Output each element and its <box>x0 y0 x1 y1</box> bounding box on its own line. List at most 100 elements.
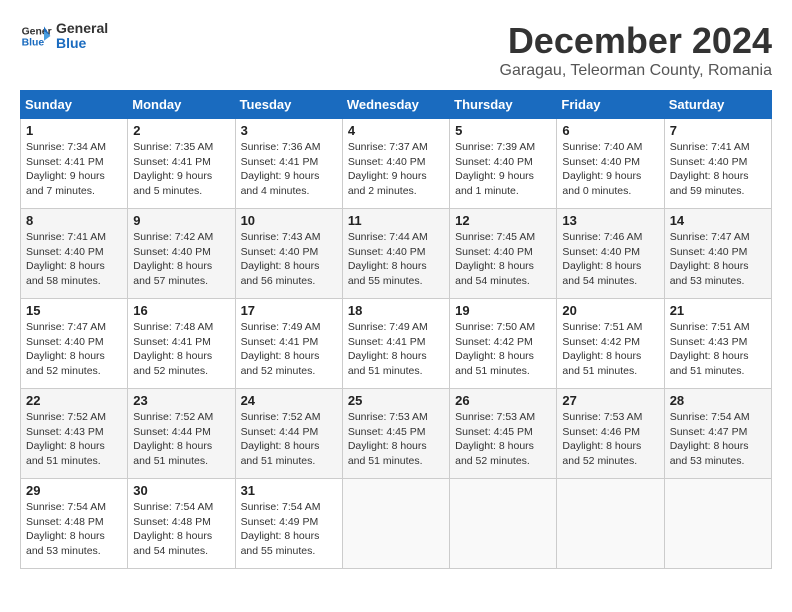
calendar-subtitle: Garagau, Teleorman County, Romania <box>500 62 772 80</box>
calendar-cell: 2 Sunrise: 7:35 AM Sunset: 4:41 PM Dayli… <box>128 119 235 209</box>
weekday-header: Friday <box>557 91 664 119</box>
weekday-header: Monday <box>128 91 235 119</box>
calendar-cell: 29 Sunrise: 7:54 AM Sunset: 4:48 PM Dayl… <box>21 479 128 569</box>
calendar-cell: 31 Sunrise: 7:54 AM Sunset: 4:49 PM Dayl… <box>235 479 342 569</box>
day-info: Sunrise: 7:37 AM Sunset: 4:40 PM Dayligh… <box>348 140 444 199</box>
day-info: Sunrise: 7:42 AM Sunset: 4:40 PM Dayligh… <box>133 230 229 289</box>
title-section: December 2024 Garagau, Teleorman County,… <box>500 20 772 80</box>
calendar-cell: 26 Sunrise: 7:53 AM Sunset: 4:45 PM Dayl… <box>450 389 557 479</box>
day-info: Sunrise: 7:49 AM Sunset: 4:41 PM Dayligh… <box>348 320 444 379</box>
calendar-cell: 7 Sunrise: 7:41 AM Sunset: 4:40 PM Dayli… <box>664 119 771 209</box>
svg-text:Blue: Blue <box>22 38 45 49</box>
day-info: Sunrise: 7:44 AM Sunset: 4:40 PM Dayligh… <box>348 230 444 289</box>
day-info: Sunrise: 7:49 AM Sunset: 4:41 PM Dayligh… <box>241 320 337 379</box>
day-number: 15 <box>26 303 122 318</box>
weekday-header: Thursday <box>450 91 557 119</box>
day-info: Sunrise: 7:51 AM Sunset: 4:42 PM Dayligh… <box>562 320 658 379</box>
calendar-cell <box>450 479 557 569</box>
day-info: Sunrise: 7:45 AM Sunset: 4:40 PM Dayligh… <box>455 230 551 289</box>
calendar-cell: 21 Sunrise: 7:51 AM Sunset: 4:43 PM Dayl… <box>664 299 771 389</box>
day-info: Sunrise: 7:54 AM Sunset: 4:48 PM Dayligh… <box>26 500 122 559</box>
calendar-cell: 16 Sunrise: 7:48 AM Sunset: 4:41 PM Dayl… <box>128 299 235 389</box>
logo-icon: General Blue <box>20 20 52 52</box>
calendar-cell: 23 Sunrise: 7:52 AM Sunset: 4:44 PM Dayl… <box>128 389 235 479</box>
day-info: Sunrise: 7:51 AM Sunset: 4:43 PM Dayligh… <box>670 320 766 379</box>
calendar-cell: 12 Sunrise: 7:45 AM Sunset: 4:40 PM Dayl… <box>450 209 557 299</box>
day-info: Sunrise: 7:54 AM Sunset: 4:49 PM Dayligh… <box>241 500 337 559</box>
calendar-cell <box>664 479 771 569</box>
day-number: 19 <box>455 303 551 318</box>
day-info: Sunrise: 7:47 AM Sunset: 4:40 PM Dayligh… <box>26 320 122 379</box>
day-info: Sunrise: 7:53 AM Sunset: 4:45 PM Dayligh… <box>348 410 444 469</box>
day-number: 22 <box>26 393 122 408</box>
day-info: Sunrise: 7:52 AM Sunset: 4:44 PM Dayligh… <box>133 410 229 469</box>
day-number: 17 <box>241 303 337 318</box>
day-number: 13 <box>562 213 658 228</box>
day-info: Sunrise: 7:34 AM Sunset: 4:41 PM Dayligh… <box>26 140 122 199</box>
day-info: Sunrise: 7:41 AM Sunset: 4:40 PM Dayligh… <box>26 230 122 289</box>
day-info: Sunrise: 7:41 AM Sunset: 4:40 PM Dayligh… <box>670 140 766 199</box>
calendar-cell: 28 Sunrise: 7:54 AM Sunset: 4:47 PM Dayl… <box>664 389 771 479</box>
day-number: 20 <box>562 303 658 318</box>
calendar-cell: 13 Sunrise: 7:46 AM Sunset: 4:40 PM Dayl… <box>557 209 664 299</box>
calendar-cell: 6 Sunrise: 7:40 AM Sunset: 4:40 PM Dayli… <box>557 119 664 209</box>
day-number: 4 <box>348 123 444 138</box>
day-number: 16 <box>133 303 229 318</box>
calendar-cell: 22 Sunrise: 7:52 AM Sunset: 4:43 PM Dayl… <box>21 389 128 479</box>
weekday-header: Wednesday <box>342 91 449 119</box>
day-number: 26 <box>455 393 551 408</box>
calendar-cell: 15 Sunrise: 7:47 AM Sunset: 4:40 PM Dayl… <box>21 299 128 389</box>
day-info: Sunrise: 7:50 AM Sunset: 4:42 PM Dayligh… <box>455 320 551 379</box>
calendar-table: SundayMondayTuesdayWednesdayThursdayFrid… <box>20 90 772 569</box>
logo: General Blue General Blue <box>20 20 108 52</box>
day-info: Sunrise: 7:48 AM Sunset: 4:41 PM Dayligh… <box>133 320 229 379</box>
day-number: 29 <box>26 483 122 498</box>
day-info: Sunrise: 7:40 AM Sunset: 4:40 PM Dayligh… <box>562 140 658 199</box>
calendar-cell: 3 Sunrise: 7:36 AM Sunset: 4:41 PM Dayli… <box>235 119 342 209</box>
day-number: 5 <box>455 123 551 138</box>
day-number: 8 <box>26 213 122 228</box>
calendar-cell: 4 Sunrise: 7:37 AM Sunset: 4:40 PM Dayli… <box>342 119 449 209</box>
calendar-cell: 10 Sunrise: 7:43 AM Sunset: 4:40 PM Dayl… <box>235 209 342 299</box>
day-number: 21 <box>670 303 766 318</box>
day-number: 24 <box>241 393 337 408</box>
day-info: Sunrise: 7:53 AM Sunset: 4:45 PM Dayligh… <box>455 410 551 469</box>
day-number: 12 <box>455 213 551 228</box>
calendar-cell: 19 Sunrise: 7:50 AM Sunset: 4:42 PM Dayl… <box>450 299 557 389</box>
day-info: Sunrise: 7:39 AM Sunset: 4:40 PM Dayligh… <box>455 140 551 199</box>
calendar-cell: 30 Sunrise: 7:54 AM Sunset: 4:48 PM Dayl… <box>128 479 235 569</box>
day-number: 25 <box>348 393 444 408</box>
day-info: Sunrise: 7:46 AM Sunset: 4:40 PM Dayligh… <box>562 230 658 289</box>
day-number: 9 <box>133 213 229 228</box>
day-info: Sunrise: 7:52 AM Sunset: 4:43 PM Dayligh… <box>26 410 122 469</box>
day-number: 28 <box>670 393 766 408</box>
calendar-cell: 14 Sunrise: 7:47 AM Sunset: 4:40 PM Dayl… <box>664 209 771 299</box>
day-number: 31 <box>241 483 337 498</box>
calendar-cell: 8 Sunrise: 7:41 AM Sunset: 4:40 PM Dayli… <box>21 209 128 299</box>
day-info: Sunrise: 7:36 AM Sunset: 4:41 PM Dayligh… <box>241 140 337 199</box>
day-info: Sunrise: 7:53 AM Sunset: 4:46 PM Dayligh… <box>562 410 658 469</box>
day-number: 3 <box>241 123 337 138</box>
header: General Blue General Blue December 2024 … <box>20 20 772 80</box>
day-number: 10 <box>241 213 337 228</box>
day-number: 11 <box>348 213 444 228</box>
calendar-cell: 25 Sunrise: 7:53 AM Sunset: 4:45 PM Dayl… <box>342 389 449 479</box>
day-info: Sunrise: 7:35 AM Sunset: 4:41 PM Dayligh… <box>133 140 229 199</box>
day-info: Sunrise: 7:54 AM Sunset: 4:47 PM Dayligh… <box>670 410 766 469</box>
day-number: 1 <box>26 123 122 138</box>
day-info: Sunrise: 7:43 AM Sunset: 4:40 PM Dayligh… <box>241 230 337 289</box>
day-info: Sunrise: 7:47 AM Sunset: 4:40 PM Dayligh… <box>670 230 766 289</box>
day-number: 23 <box>133 393 229 408</box>
day-number: 18 <box>348 303 444 318</box>
calendar-cell: 24 Sunrise: 7:52 AM Sunset: 4:44 PM Dayl… <box>235 389 342 479</box>
calendar-cell: 9 Sunrise: 7:42 AM Sunset: 4:40 PM Dayli… <box>128 209 235 299</box>
logo-text-blue: Blue <box>56 36 108 51</box>
day-info: Sunrise: 7:54 AM Sunset: 4:48 PM Dayligh… <box>133 500 229 559</box>
weekday-header: Saturday <box>664 91 771 119</box>
calendar-cell: 1 Sunrise: 7:34 AM Sunset: 4:41 PM Dayli… <box>21 119 128 209</box>
calendar-cell <box>557 479 664 569</box>
weekday-header: Tuesday <box>235 91 342 119</box>
day-number: 14 <box>670 213 766 228</box>
calendar-cell: 20 Sunrise: 7:51 AM Sunset: 4:42 PM Dayl… <box>557 299 664 389</box>
calendar-cell <box>342 479 449 569</box>
